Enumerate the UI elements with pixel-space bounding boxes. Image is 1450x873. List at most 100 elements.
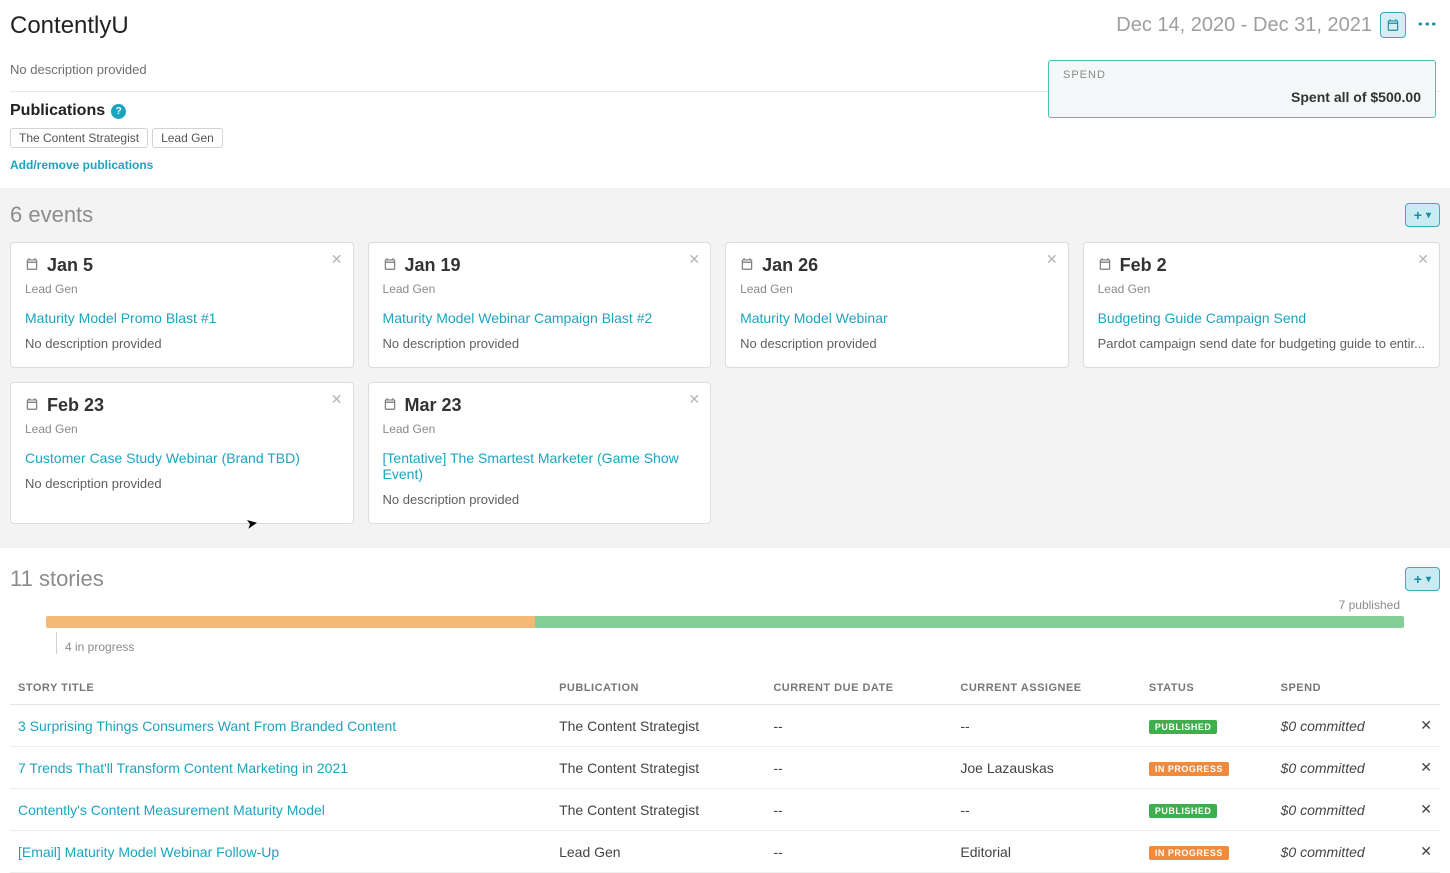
story-spend: $0 committed — [1273, 705, 1410, 747]
more-menu-button[interactable]: ⋮ — [1414, 12, 1440, 38]
column-header[interactable]: CURRENT DUE DATE — [765, 672, 952, 705]
calendar-icon — [740, 257, 754, 274]
story-title-link[interactable]: Contently's Content Measurement Maturity… — [18, 802, 325, 818]
event-date: Jan 5 — [47, 255, 93, 276]
event-card[interactable]: ✕ Feb 2 Lead Gen Budgeting Guide Campaign S… — [1083, 242, 1440, 368]
table-row: [Email] Maturity Model Webinar Follow-Up… — [10, 831, 1440, 873]
add-story-button[interactable]: +▾ — [1405, 567, 1440, 591]
page-title: ContentlyU — [10, 12, 129, 40]
stories-count: 11 stories — [10, 566, 104, 592]
column-header[interactable]: CURRENT ASSIGNEE — [952, 672, 1140, 705]
event-card[interactable]: ✕ Jan 26 Lead Gen Maturity Model Webinar No … — [725, 242, 1069, 368]
spend-label: SPEND — [1063, 69, 1421, 81]
calendar-icon — [1386, 18, 1400, 32]
event-description: No description provided — [383, 336, 697, 351]
column-header[interactable]: PUBLICATION — [551, 672, 765, 705]
calendar-icon — [383, 397, 397, 414]
status-badge: IN PROGRESS — [1149, 762, 1229, 776]
close-icon[interactable]: ✕ — [1046, 251, 1058, 268]
story-publication: The Content Strategist — [551, 705, 765, 747]
story-publication: The Content Strategist — [551, 747, 765, 789]
event-category: Lead Gen — [383, 282, 697, 296]
publication-chips: The Content StrategistLead Gen — [10, 128, 1440, 148]
event-category: Lead Gen — [25, 282, 339, 296]
event-date: Feb 2 — [1120, 255, 1167, 276]
event-description: Pardot campaign send date for budgeting … — [1098, 336, 1425, 351]
date-range: Dec 14, 2020 - Dec 31, 2021 — [1116, 14, 1372, 37]
table-row: 3 Surprising Things Consumers Want From … — [10, 705, 1440, 747]
mouse-cursor-icon: ➤ — [245, 514, 260, 533]
story-assignee: -- — [952, 789, 1140, 831]
story-title-link[interactable]: [Email] Maturity Model Webinar Follow-Up — [18, 844, 279, 860]
event-card[interactable]: ✕ Mar 23 Lead Gen [Tentative] The Smartest … — [368, 382, 712, 524]
caret-down-icon: ▾ — [1426, 210, 1431, 221]
more-vertical-icon: ⋮ — [1424, 14, 1430, 36]
spend-value: Spent all of $500.00 — [1291, 89, 1421, 105]
event-description: No description provided — [740, 336, 1054, 351]
event-description: No description provided — [383, 492, 697, 507]
status-badge: PUBLISHED — [1149, 720, 1218, 734]
calendar-icon — [1098, 257, 1112, 274]
close-icon[interactable]: ✕ — [688, 251, 700, 268]
close-icon[interactable]: ✕ — [688, 391, 700, 408]
in-progress-count-label: 4 in progress — [65, 640, 134, 654]
event-category: Lead Gen — [1098, 282, 1425, 296]
calendar-button[interactable] — [1380, 12, 1406, 38]
story-spend: $0 committed — [1273, 831, 1410, 873]
event-card[interactable]: ✕ Feb 23 Lead Gen Customer Case Study Webin… — [10, 382, 354, 524]
story-due-date: -- — [765, 747, 952, 789]
event-date: Jan 26 — [762, 255, 818, 276]
plus-icon: + — [1414, 571, 1422, 587]
event-category: Lead Gen — [383, 422, 697, 436]
publication-chip[interactable]: Lead Gen — [152, 128, 223, 148]
story-title-link[interactable]: 3 Surprising Things Consumers Want From … — [18, 718, 396, 734]
calendar-icon — [383, 257, 397, 274]
remove-row-icon[interactable]: ✕ — [1410, 831, 1440, 873]
plus-icon: + — [1414, 207, 1422, 223]
event-category: Lead Gen — [25, 422, 339, 436]
table-row: 7 Trends That'll Transform Content Marke… — [10, 747, 1440, 789]
story-spend: $0 committed — [1273, 789, 1410, 831]
story-assignee: Joe Lazauskas — [952, 747, 1140, 789]
close-icon[interactable]: ✕ — [331, 251, 343, 268]
story-spend: $0 committed — [1273, 747, 1410, 789]
calendar-icon — [25, 397, 39, 414]
event-title-link[interactable]: Budgeting Guide Campaign Send — [1098, 310, 1425, 326]
story-due-date: -- — [765, 831, 952, 873]
help-icon[interactable]: ? — [111, 104, 126, 119]
event-title-link[interactable]: Maturity Model Promo Blast #1 — [25, 310, 339, 326]
column-header[interactable]: STATUS — [1141, 672, 1273, 705]
status-badge: PUBLISHED — [1149, 804, 1218, 818]
stories-progress-bar — [46, 616, 1404, 628]
column-header[interactable]: STORY TITLE — [10, 672, 551, 705]
column-header[interactable]: SPEND — [1273, 672, 1410, 705]
close-icon[interactable]: ✕ — [1417, 251, 1429, 268]
caret-down-icon: ▾ — [1426, 574, 1431, 585]
event-card[interactable]: ✕ Jan 5 Lead Gen Maturity Model Promo Blast… — [10, 242, 354, 368]
add-event-button[interactable]: +▾ — [1405, 203, 1440, 227]
close-icon[interactable]: ✕ — [331, 391, 343, 408]
publications-title: Publications — [10, 102, 105, 120]
event-date: Jan 19 — [405, 255, 461, 276]
story-due-date: -- — [765, 705, 952, 747]
event-title-link[interactable]: [Tentative] The Smartest Marketer (Game … — [383, 450, 697, 482]
remove-row-icon[interactable]: ✕ — [1410, 747, 1440, 789]
in-progress-segment — [46, 616, 535, 628]
event-card[interactable]: ✕ Jan 19 Lead Gen Maturity Model Webinar Ca… — [368, 242, 712, 368]
story-publication: The Content Strategist — [551, 789, 765, 831]
event-title-link[interactable]: Customer Case Study Webinar (Brand TBD) — [25, 450, 339, 466]
remove-row-icon[interactable]: ✕ — [1410, 705, 1440, 747]
event-category: Lead Gen — [740, 282, 1054, 296]
event-title-link[interactable]: Maturity Model Webinar — [740, 310, 1054, 326]
publication-chip[interactable]: The Content Strategist — [10, 128, 148, 148]
story-publication: Lead Gen — [551, 831, 765, 873]
published-count-label: 7 published — [10, 598, 1440, 612]
events-count: 6 events — [10, 202, 93, 228]
table-row: Contently's Content Measurement Maturity… — [10, 789, 1440, 831]
story-title-link[interactable]: 7 Trends That'll Transform Content Marke… — [18, 760, 348, 776]
event-title-link[interactable]: Maturity Model Webinar Campaign Blast #2 — [383, 310, 697, 326]
event-date: Feb 23 — [47, 395, 104, 416]
event-date: Mar 23 — [405, 395, 462, 416]
remove-row-icon[interactable]: ✕ — [1410, 789, 1440, 831]
add-remove-publications-link[interactable]: Add/remove publications — [10, 158, 153, 172]
